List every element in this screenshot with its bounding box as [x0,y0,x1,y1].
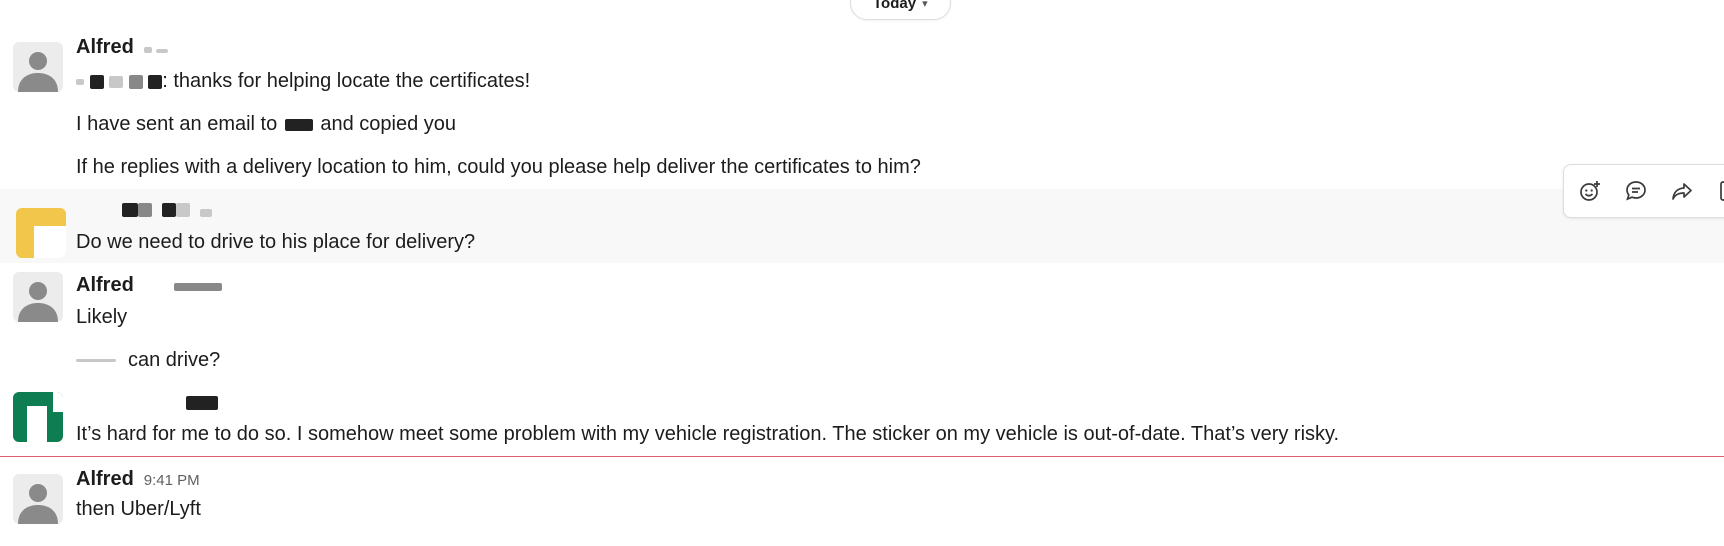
message-sender: Alfred [76,36,168,59]
date-divider-button[interactable]: Today ▾ [850,0,951,20]
message-text: If he replies with a delivery location t… [76,156,921,178]
default-avatar-icon [18,52,58,92]
redacted-text [89,74,104,89]
redacted-text [200,209,212,217]
redacted-text [109,75,124,88]
redacted-text [173,283,222,291]
avatar[interactable] [13,392,63,442]
redacted-text [176,203,190,217]
redacted-text [186,396,218,410]
message-line: can drive? [76,349,220,372]
redacted-text [162,203,176,217]
message-text: It’s hard for me to do so. I somehow mee… [76,423,1340,445]
redacted-text [155,49,168,53]
message-line: It’s hard for me to do so. I somehow mee… [76,423,1339,446]
redacted-text [128,74,143,89]
message-item[interactable]: It’s hard for me to do so. I somehow mee… [0,388,1724,456]
message-line: If he replies with a delivery location t… [76,156,921,179]
message-text: Likely [76,306,128,328]
avatar[interactable] [13,474,63,524]
message-item[interactable]: Alfred 9:41 PM then Uber/Lyft [0,462,1724,546]
add-reaction-icon[interactable] [1574,175,1606,207]
message-text: then Uber/Lyft [76,498,201,520]
avatar[interactable] [16,208,66,258]
message-line: Do we need to drive to his place for del… [76,231,475,254]
message-text: can drive? [128,349,221,371]
more-icon[interactable] [1712,175,1724,207]
message-sender: Alfred 9:41 PM [76,468,200,491]
sender-name[interactable]: Alfred [76,274,134,297]
message-sender [76,203,212,217]
chevron-down-icon: ▾ [922,0,928,10]
share-icon[interactable] [1666,175,1698,207]
redacted-text [122,203,138,217]
message-timestamp[interactable]: 9:41 PM [144,472,200,489]
message-line: : thanks for helping locate the certific… [76,70,530,93]
message-actions-toolbar [1563,164,1724,218]
message-pane: Today ▾ Alfred : thanks for helping loca… [0,0,1724,546]
new-messages-divider [0,456,1724,457]
redacted-text [284,118,313,131]
redacted-text [143,47,152,53]
reply-in-thread-icon[interactable] [1620,175,1652,207]
message-sender: Alfred [76,274,222,297]
avatar[interactable] [13,272,63,322]
redacted-text [76,78,84,85]
message-line: I have sent an email to and copied you [76,113,456,136]
message-text: Do we need to drive to his place for del… [76,231,476,253]
message-sender [76,396,218,410]
avatar[interactable] [13,42,63,92]
message-text: and copied you [320,113,457,135]
message-item[interactable]: Alfred Likely can drive? [0,264,1724,374]
redacted-text [148,74,163,89]
message-line: Likely [76,306,127,329]
message-line: then Uber/Lyft [76,498,201,521]
message-text: I have sent an email to [76,113,278,135]
message-item[interactable]: Do we need to drive to his place for del… [0,189,1724,263]
sender-name[interactable]: Alfred [76,468,134,491]
date-divider-label: Today [873,0,917,12]
redacted-text [76,359,116,363]
message-text: : thanks for helping locate the certific… [162,70,531,92]
default-avatar-icon [18,484,58,524]
redacted-text [138,203,152,217]
message-item[interactable]: Alfred : thanks for helping locate the c… [0,30,1724,188]
default-avatar-icon [18,282,58,322]
sender-name[interactable]: Alfred [76,36,134,59]
